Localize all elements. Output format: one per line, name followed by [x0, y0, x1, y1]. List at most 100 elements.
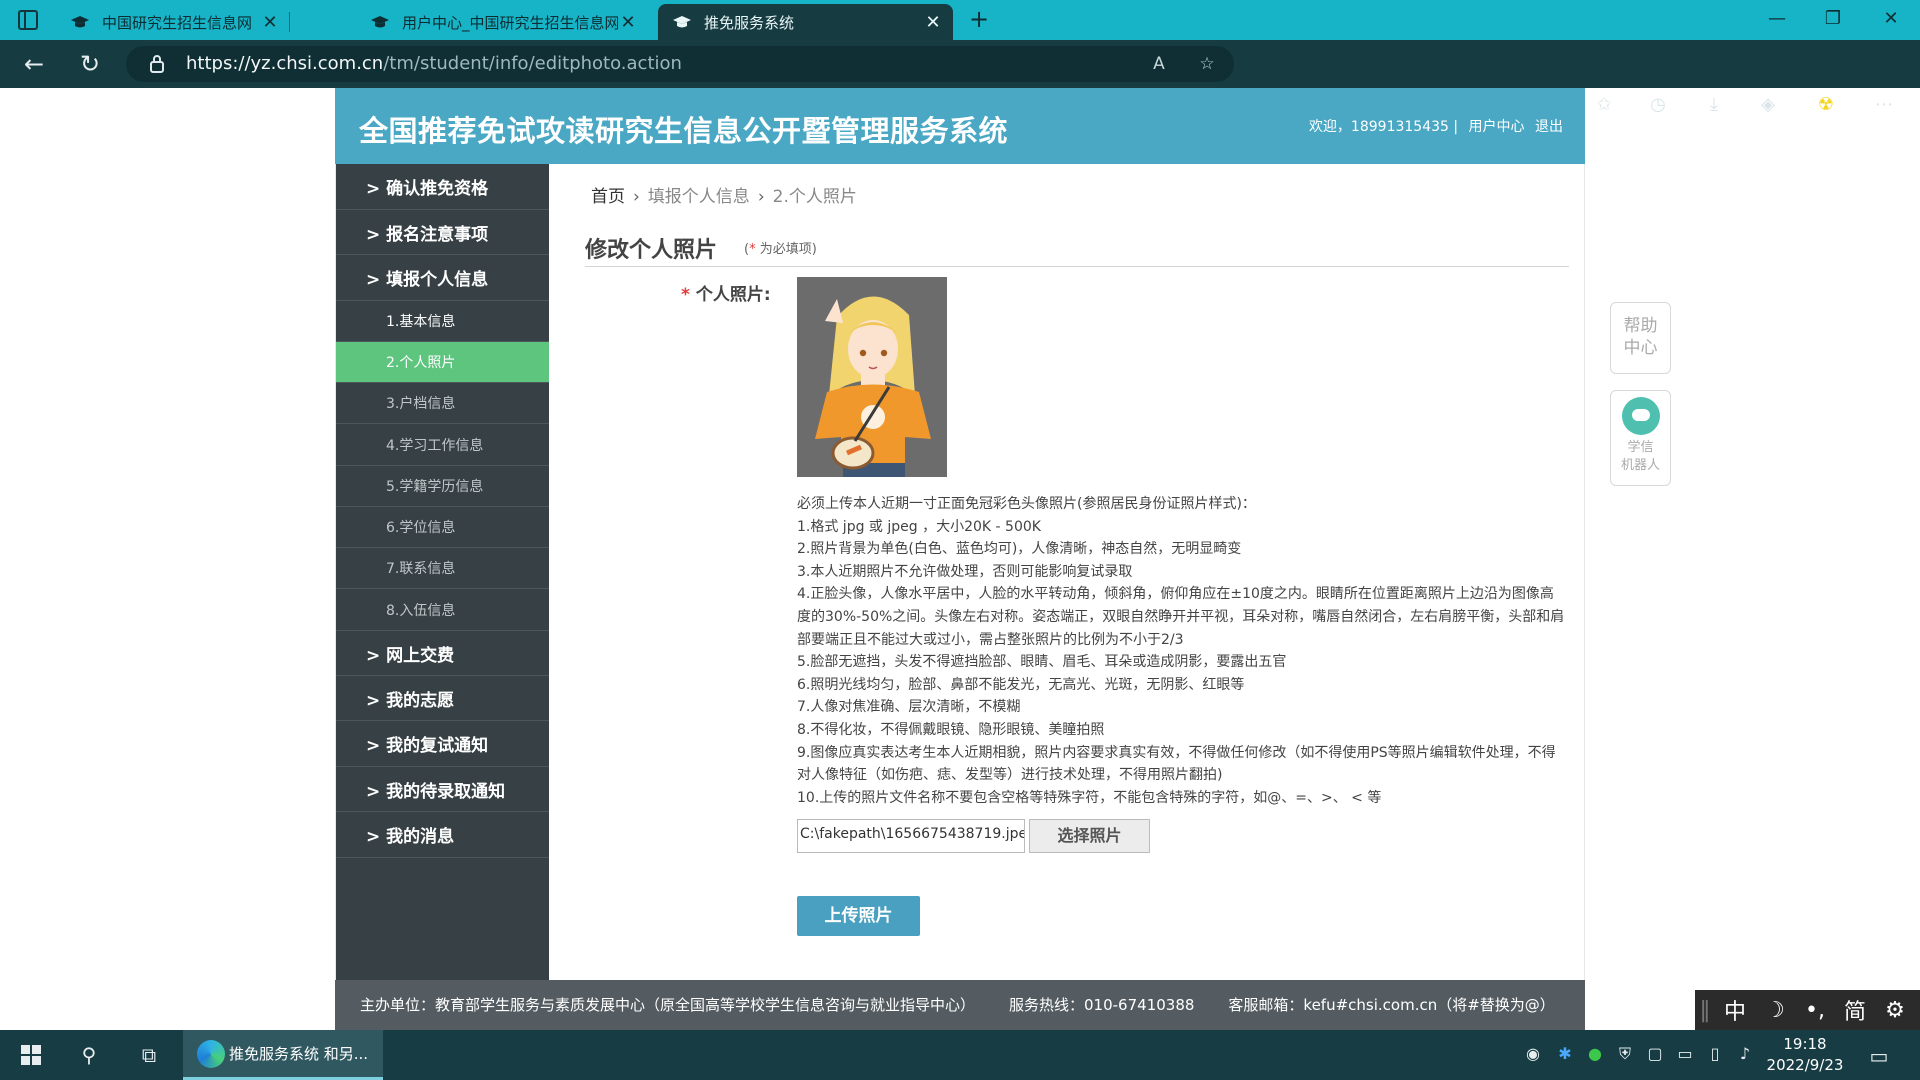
ime-grip-icon[interactable]: ‖	[1695, 998, 1715, 1023]
performance-icon[interactable]: ◈	[1756, 93, 1780, 117]
system-clock[interactable]: 19:18 2022/9/23	[1760, 1034, 1850, 1076]
read-aloud-icon[interactable]: A	[1148, 54, 1170, 74]
url-text: https://yz.chsi.com.cn/tm/student/info/e…	[186, 53, 682, 74]
chevron-right-icon: ›	[757, 187, 765, 207]
window-close-icon[interactable]: ✕	[1876, 8, 1906, 32]
reload-icon[interactable]: ↻	[76, 50, 104, 78]
sidebar-item-label: > 网上交费	[366, 645, 455, 666]
ime-settings-gear-icon[interactable]: ⚙	[1875, 998, 1915, 1023]
browser-tab-3-active[interactable]: 推免服务系统 ✕	[658, 4, 953, 40]
taskbar-edge-app[interactable]: 推免服务系统 和另...	[183, 1030, 383, 1080]
requirement-line: 9.图像应真实表达考生本人近期相貌，照片内容要求真实有效，不得做任何修改（如不得…	[797, 744, 1556, 784]
windows-start-icon[interactable]	[18, 1043, 44, 1067]
sidebar-item-confirm-eligibility[interactable]: > 确认推免资格	[336, 164, 549, 210]
search-icon[interactable]: ⚲	[76, 1043, 102, 1067]
sidebar-sub-label: 6.学位信息	[386, 520, 456, 536]
browser-address-bar: ← ↻ https://yz.chsi.com.cn/tm/student/in…	[0, 40, 1920, 115]
browser-tab-2[interactable]: 用户中心_中国研究生招生信息网 ✕	[356, 4, 648, 40]
photo-requirements: 必须上传本人近期一寸正面免冠彩色头像照片(参照居民身份证照片样式)： 1.格式 …	[797, 493, 1567, 809]
add-favorite-icon[interactable]: ☆	[1196, 54, 1218, 74]
bot-line-2: 机器人	[1620, 458, 1660, 473]
sidebar-item-label: > 我的志愿	[366, 690, 455, 711]
requirement-line: 1.格式 jpg 或 jpeg ，大小20K - 500K	[797, 518, 1041, 535]
url-path: /tm/student/info/editphoto.action	[383, 53, 682, 74]
sidebar-item-admission-notice[interactable]: > 我的待录取通知	[336, 767, 549, 812]
sidebar-sub-photo[interactable]: 2.个人照片	[336, 342, 549, 383]
notification-icon[interactable]: ▭	[1868, 1044, 1890, 1068]
ime-moon-icon[interactable]: ☽	[1755, 998, 1795, 1023]
minimize-icon[interactable]: —	[1762, 8, 1792, 32]
help-center-button[interactable]: 帮助 中心	[1610, 302, 1671, 374]
tablet-icon[interactable]: ▢	[1644, 1044, 1666, 1066]
sidebar-sub-label: 2.个人照片	[386, 355, 456, 371]
requirement-line: 7.人像对焦准确、层次清晰，不模糊	[797, 699, 1021, 716]
logout-link[interactable]: 退出	[1535, 119, 1563, 135]
lock-icon	[150, 55, 164, 73]
wechat-icon[interactable]: ●	[1584, 1044, 1606, 1066]
site-title: 全国推荐免试攻读研究生信息公开暨管理服务系统	[359, 114, 1009, 148]
steam-icon[interactable]: ◉	[1522, 1044, 1544, 1066]
sidebar-sub-household[interactable]: 3.户档信息	[336, 383, 549, 424]
sidebar-item-payment[interactable]: > 网上交费	[336, 631, 549, 676]
user-center-link[interactable]: 用户中心	[1469, 119, 1525, 135]
required-star: *	[681, 285, 690, 305]
requirement-line: 10.上传的照片文件名称不要包含空格等特殊字符，不能包含特殊的字符，如@、=、>…	[797, 789, 1382, 806]
battery-icon[interactable]: ▯	[1704, 1044, 1726, 1066]
user-bar: 欢迎，18991315435 | 用户中心 退出	[1303, 116, 1563, 136]
breadcrumb-home[interactable]: 首页	[591, 187, 625, 207]
sidebar-sub-degree[interactable]: 6.学位信息	[336, 507, 549, 548]
back-arrow-icon[interactable]: ←	[20, 50, 48, 78]
security-shield-icon[interactable]: ⛨	[1614, 1044, 1636, 1066]
radiation-icon[interactable]: ☢	[1814, 93, 1838, 117]
breadcrumb: 首页 › 填报个人信息 › 2.个人照片	[591, 182, 857, 207]
sidebar-item-label: > 填报个人信息	[366, 270, 489, 290]
close-icon[interactable]: ✕	[618, 12, 638, 33]
sidebar-sub-military[interactable]: 8.入伍信息	[336, 589, 549, 631]
close-icon[interactable]: ✕	[923, 12, 943, 33]
ime-language-toggle[interactable]: 中	[1715, 994, 1755, 1026]
url-field[interactable]: https://yz.chsi.com.cn/tm/student/info/e…	[126, 46, 1234, 82]
tab-title: 用户中心_中国研究生招生信息网	[402, 13, 618, 32]
vertical-tabs-icon[interactable]	[18, 10, 38, 30]
sidebar-item-personal-info[interactable]: > 填报个人信息	[336, 255, 549, 301]
taskbar-app-label: 推免服务系统 和另...	[229, 1045, 369, 1063]
sidebar-sub-basic-info[interactable]: 1.基本信息	[336, 301, 549, 342]
choose-photo-button[interactable]: 选择照片	[1029, 819, 1150, 853]
page-title: 修改个人照片	[585, 238, 718, 263]
favorites-icon[interactable]: ✩	[1592, 93, 1616, 117]
breadcrumb-section[interactable]: 填报个人信息	[648, 187, 750, 207]
ime-punctuation-icon[interactable]: •,	[1795, 998, 1835, 1023]
sidebar-item-messages[interactable]: > 我的消息	[336, 812, 549, 858]
bluetooth-star-icon[interactable]: ✱	[1554, 1044, 1576, 1066]
sidebar-item-label: > 我的复试通知	[366, 736, 489, 756]
title-divider	[585, 266, 1569, 267]
sidebar-item-applications[interactable]: > 我的志愿	[336, 676, 549, 721]
network-icon[interactable]: ▭	[1674, 1044, 1696, 1066]
close-icon[interactable]: ✕	[260, 12, 280, 33]
sidebar-sub-contact[interactable]: 7.联系信息	[336, 548, 549, 589]
sidebar-sub-label: 1.基本信息	[386, 314, 456, 330]
restore-icon[interactable]: ❐	[1818, 8, 1848, 32]
sidebar-item-interview-notice[interactable]: > 我的复试通知	[336, 721, 549, 767]
browser-tab-1[interactable]: 中国研究生招生信息网 ✕	[56, 4, 290, 40]
sidebar-sub-education[interactable]: 5.学籍学历信息	[336, 466, 549, 507]
volume-icon[interactable]: ♪	[1734, 1044, 1756, 1066]
breadcrumb-current: 2.个人照片	[772, 187, 857, 207]
footer-sponsor: 主办单位：教育部学生服务与素质发展中心（原全国高等学校学生信息咨询与就业指导中心…	[360, 996, 976, 1014]
more-menu-icon[interactable]: ⋯	[1872, 93, 1896, 117]
task-view-icon[interactable]: ⧉	[136, 1043, 162, 1067]
chevron-right-icon: ›	[633, 187, 640, 207]
downloads-icon[interactable]: ⤓	[1702, 93, 1726, 117]
footer-hotline: 服务热线：010-67410388	[1009, 996, 1195, 1014]
photo-field-label: * 个人照片:	[681, 280, 771, 305]
ime-simplified-toggle[interactable]: 简	[1835, 994, 1875, 1026]
sidebar-sub-study-work[interactable]: 4.学习工作信息	[336, 424, 549, 466]
required-text: 为必填项)	[755, 242, 817, 257]
sidebar-item-notes[interactable]: > 报名注意事项	[336, 210, 549, 255]
history-icon[interactable]: ◷	[1646, 93, 1670, 117]
sidebar-item-label: > 报名注意事项	[366, 224, 489, 245]
file-path-input[interactable]: C:\fakepath\1656675438719.jpeg	[797, 819, 1025, 853]
new-tab-icon[interactable]: +	[965, 6, 993, 34]
chatbot-button[interactable]: 学信 机器人	[1610, 390, 1671, 486]
upload-photo-button[interactable]: 上传照片	[797, 896, 920, 936]
